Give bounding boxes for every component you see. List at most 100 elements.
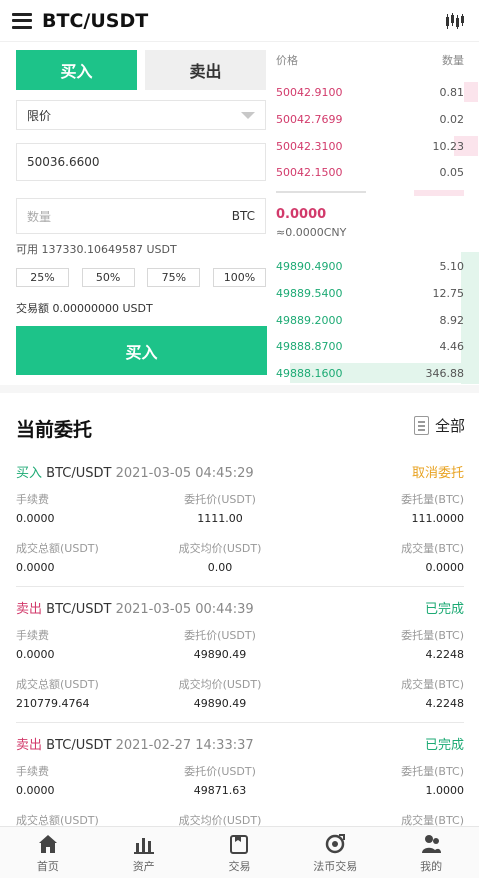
percent-75-button[interactable]: 75% (147, 268, 201, 287)
available-balance: 可用 137330.10649587 USDT (16, 243, 177, 256)
entrust-qty-value: 1.0000 (425, 784, 465, 797)
bid-qty: 346.88 (425, 366, 465, 380)
ask-price: 50042.9100 (276, 85, 343, 99)
orderbook-qty-header: 数量 (442, 54, 464, 67)
order-time: 2021-03-05 04:45:29 (115, 466, 254, 481)
bid-price: 49888.8700 (276, 339, 343, 353)
nav-assets[interactable]: 资产 (96, 827, 192, 878)
ask-row[interactable]: 50042.7699 0.02 (276, 111, 464, 127)
order-pair: BTC/USDT (46, 602, 112, 617)
depth-bar (462, 336, 478, 356)
deal-avg-label: 成交均价(USDT) (178, 542, 262, 555)
deal-total-value: 0.0000 (16, 561, 55, 574)
order-type-select[interactable]: 限价 (16, 100, 266, 130)
hamburger-icon[interactable] (12, 12, 32, 29)
price-input[interactable]: 50036.6600 (16, 143, 266, 181)
depth-bar (462, 310, 478, 330)
order-card: 买入 BTC/USDT 2021-03-05 04:45:29 取消委托 手续费… (16, 462, 464, 580)
deal-qty-label: 成交量(BTC) (401, 814, 464, 826)
bid-price: 49890.4900 (276, 259, 343, 273)
orderbook-header: 价格 数量 (276, 52, 464, 68)
tab-buy[interactable]: 买入 (16, 50, 137, 90)
caret-down-icon (241, 111, 255, 119)
bid-qty: 4.46 (439, 339, 465, 353)
entrust-price-label: 委托价(USDT) (184, 765, 256, 778)
percent-25-button[interactable]: 25% (16, 268, 69, 287)
bid-row[interactable]: 49888.8700 4.46 (276, 336, 478, 356)
order-time: 2021-03-05 00:44:39 (115, 602, 254, 617)
order-header: 卖出 BTC/USDT 2021-03-05 00:44:39 已完成 (16, 598, 464, 617)
amount-unit: BTC (231, 209, 255, 223)
order-card: 卖出 BTC/USDT 2021-03-05 00:44:39 已完成 手续费 … (16, 598, 464, 716)
nav-label: 我的 (420, 860, 443, 873)
orderbook-price-header: 价格 (276, 54, 298, 67)
turnover-amount: 交易额 0.00000000 USDT (16, 302, 153, 315)
fee-value: 0.0000 (16, 512, 55, 525)
order-pair: BTC/USDT (46, 738, 112, 753)
candlestick-chart-icon[interactable] (445, 12, 465, 30)
nav-label: 首页 (36, 860, 59, 873)
nav-profile[interactable]: 我的 (383, 827, 479, 878)
ask-price: 50042.7699 (276, 112, 343, 126)
entrust-qty-value: 4.2248 (425, 648, 465, 661)
last-price: 0.0000 (276, 207, 327, 222)
entrust-price-label: 委托价(USDT) (184, 493, 256, 506)
bid-qty: 8.92 (439, 313, 465, 327)
nav-label: 法币交易 (313, 860, 358, 873)
ask-row[interactable]: 50042.9100 0.81 (276, 82, 478, 102)
bid-price: 49889.5400 (276, 286, 343, 300)
entrust-price-label: 委托价(USDT) (184, 629, 256, 642)
deal-avg-value: 49890.49 (193, 697, 247, 710)
divider (16, 586, 464, 587)
nav-label: 资产 (132, 860, 155, 873)
all-orders-button[interactable]: 全部 (413, 415, 465, 436)
fee-label: 手续费 (16, 765, 49, 778)
trade-side-tabs: 买入 卖出 (16, 50, 266, 90)
amount-input[interactable]: 数量 BTC (16, 198, 266, 234)
ask-price: 50042.1500 (276, 165, 343, 179)
order-status: 已完成 (424, 602, 464, 617)
bid-row[interactable]: 49890.4900 5.10 (276, 256, 478, 276)
last-price-cny: ≈0.0000CNY (276, 226, 347, 239)
percent-buttons: 25% 50% 75% 100% (16, 268, 266, 287)
bid-row[interactable]: 49889.5400 12.75 (276, 283, 478, 303)
bid-row[interactable]: 49888.1600 346.88 (276, 363, 478, 383)
entrust-price-value: 49890.49 (193, 648, 247, 661)
deal-qty-value: 0.0000 (425, 561, 465, 574)
deal-avg-label: 成交均价(USDT) (178, 814, 262, 826)
bid-qty: 12.75 (432, 286, 465, 300)
order-side: 买入 (16, 466, 43, 481)
ask-qty: 0.81 (439, 85, 465, 99)
order-side: 卖出 (16, 738, 43, 753)
ask-row[interactable]: 50042.3100 10.23 (276, 136, 478, 156)
nav-home[interactable]: 首页 (0, 827, 96, 878)
tab-sell[interactable]: 卖出 (145, 50, 266, 90)
nav-fiat-trade[interactable]: 法币交易 (287, 827, 383, 878)
order-side: 卖出 (16, 602, 43, 617)
deal-qty-label: 成交量(BTC) (401, 542, 464, 555)
entrust-price-value: 49871.63 (193, 784, 247, 797)
percent-50-button[interactable]: 50% (81, 268, 135, 287)
order-status: 已完成 (424, 738, 464, 753)
deal-total-label: 成交总额(USDT) (16, 678, 99, 691)
order-card: 卖出 BTC/USDT 2021-02-27 14:33:37 已完成 手续费 … (16, 734, 464, 826)
bid-row[interactable]: 49889.2000 8.92 (276, 310, 478, 330)
cancel-order-button[interactable]: 取消委托 (412, 462, 464, 481)
order-type-value: 限价 (27, 108, 52, 123)
entrust-price-value: 1111.00 (197, 512, 243, 525)
fee-value: 0.0000 (16, 784, 55, 797)
divider (16, 722, 464, 723)
percent-100-button[interactable]: 100% (212, 268, 266, 287)
top-bar: BTC/USDT (0, 0, 479, 42)
document-icon (413, 416, 429, 435)
nav-label: 交易 (228, 860, 251, 873)
ask-qty: 0.05 (439, 165, 465, 179)
depth-bar (462, 256, 478, 276)
order-header: 卖出 BTC/USDT 2021-02-27 14:33:37 已完成 (16, 734, 464, 753)
ask-price: 50042.3100 (276, 139, 343, 153)
nav-trade[interactable]: 交易 (192, 827, 288, 878)
submit-buy-button[interactable]: 买入 (16, 326, 267, 375)
fee-value: 0.0000 (16, 648, 55, 661)
ask-row[interactable]: 50042.1500 0.05 (276, 164, 464, 180)
depth-bar (464, 82, 478, 102)
